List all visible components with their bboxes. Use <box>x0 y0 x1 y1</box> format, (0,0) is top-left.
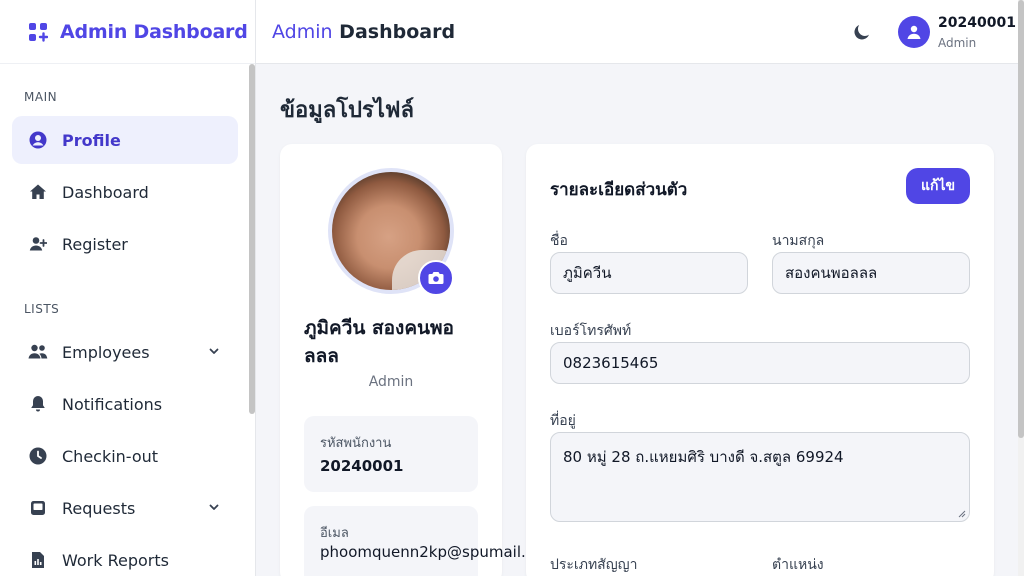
sidebar-item-work-reports[interactable]: Work Reports <box>12 536 238 576</box>
email-label: อีเมล <box>320 526 349 541</box>
brand-name: Admin Dashboard <box>60 20 248 43</box>
employee-id-box: รหัสพนักงาน 20240001 <box>304 416 478 492</box>
user-plus-icon <box>28 234 48 254</box>
sidebar-item-label: Notifications <box>62 394 163 414</box>
profile-full-name: ภูมิควีน สองคนพอลลล <box>304 317 454 367</box>
user-id: 20240001 <box>938 15 1016 31</box>
chevron-down-icon[interactable] <box>208 501 220 513</box>
employee-id-value: 20240001 <box>320 457 404 475</box>
inbox-icon <box>28 498 48 518</box>
phone-field[interactable]: 0823615465 <box>550 342 970 384</box>
contract-type-label: ประเภทสัญญา <box>550 557 638 573</box>
change-photo-button[interactable] <box>418 260 454 296</box>
sidebar-item-label: Checkin-out <box>62 446 159 466</box>
sidebar-item-label: Profile <box>62 130 121 150</box>
chevron-down-icon[interactable] <box>208 345 220 357</box>
profile-card: ภูมิควีน สองคนพอลลล Admin รหัสพนักงาน 20… <box>280 144 502 576</box>
sidebar-item-label: Register <box>62 234 128 254</box>
sidebar-item-profile[interactable]: Profile <box>12 116 238 164</box>
report-icon <box>28 550 48 570</box>
profile-role: Admin <box>368 374 414 390</box>
home-icon <box>28 182 48 202</box>
position-label: ตำแหน่ง <box>772 557 824 573</box>
page-scrollbar[interactable] <box>1018 0 1024 576</box>
apps-icon <box>29 22 48 42</box>
sidebar-item-dashboard[interactable]: Dashboard <box>12 168 238 216</box>
personal-details-card: รายละเอียดส่วนตัว แก้ไข ชื่อ ภูมิควีน นา… <box>526 144 994 576</box>
sidebar-item-label: Work Reports <box>62 550 169 570</box>
edit-button[interactable]: แก้ไข <box>906 168 970 204</box>
sidebar-item-label: Dashboard <box>62 182 149 202</box>
sidebar: Admin Dashboard MAIN Profile Dashboard R… <box>0 0 256 576</box>
brand[interactable]: Admin Dashboard <box>0 0 255 64</box>
address-field[interactable]: 80 หมู่ 28 ถ.แหยมศิริ บางดี จ.สตูล 69924 <box>550 432 970 522</box>
sidebar-scrollbar[interactable] <box>249 64 255 414</box>
page-title: ข้อมูลโปรไฟล์ <box>280 98 414 123</box>
user-icon <box>907 25 921 39</box>
sidebar-item-label: Requests <box>62 498 136 518</box>
user-role: Admin <box>938 36 977 50</box>
last-name-field[interactable]: สองคนพอลลล <box>772 252 970 294</box>
topbar: Admin Dashboard 20240001 Admin <box>256 0 1018 64</box>
email-box: อีเมล <box>304 506 478 576</box>
clock-icon <box>28 446 48 466</box>
first-name-label: ชื่อ <box>550 233 568 249</box>
avatar[interactable] <box>898 16 930 48</box>
last-name-label: นามสกุล <box>772 233 825 249</box>
bell-icon <box>28 394 48 414</box>
users-icon <box>28 342 48 362</box>
employee-id-label: รหัสพนักงาน <box>320 436 392 451</box>
address-label: ที่อยู่ <box>550 413 576 429</box>
section-title-main: MAIN <box>24 90 58 104</box>
sidebar-item-checkin-out[interactable]: Checkin-out <box>12 432 238 480</box>
header-title-accent: Admin <box>272 20 333 43</box>
sidebar-item-register[interactable]: Register <box>12 220 238 268</box>
page-header-title: Admin Dashboard <box>272 21 455 43</box>
details-heading: รายละเอียดส่วนตัว <box>550 180 688 200</box>
moon-icon[interactable] <box>852 22 872 42</box>
section-title-lists: LISTS <box>24 302 60 316</box>
sidebar-item-employees[interactable]: Employees <box>12 328 238 376</box>
sidebar-item-label: Employees <box>62 342 150 362</box>
header-title-rest: Dashboard <box>332 20 456 43</box>
sidebar-item-notifications[interactable]: Notifications <box>12 380 238 428</box>
email-value: phoomquenn2kp@spumail.ne <box>320 543 528 561</box>
first-name-field[interactable]: ภูมิควีน <box>550 252 748 294</box>
address-value: 80 หมู่ 28 ถ.แหยมศิริ บางดี จ.สตูล 69924 <box>563 448 844 466</box>
user-circle-icon <box>28 130 48 150</box>
page-scrollbar-thumb[interactable] <box>1018 0 1024 438</box>
phone-label: เบอร์โทรศัพท์ <box>550 323 632 339</box>
sidebar-item-requests[interactable]: Requests <box>12 484 238 532</box>
sidebar-scroll-area: MAIN Profile Dashboard Register LISTS Em <box>0 64 255 576</box>
camera-icon <box>428 272 444 284</box>
resize-handle-icon[interactable] <box>958 510 966 518</box>
